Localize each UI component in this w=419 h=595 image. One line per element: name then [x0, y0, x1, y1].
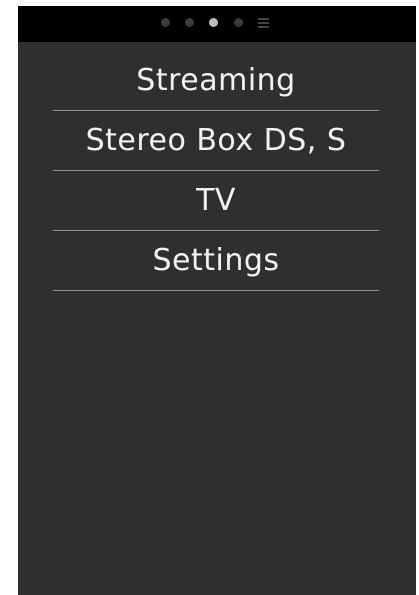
menu-item-label: Streaming	[136, 63, 296, 98]
menu-item-label: Settings	[152, 243, 280, 278]
page-dot-3[interactable]	[209, 18, 218, 27]
page-indicator-bar	[18, 6, 416, 42]
menu-item-tv[interactable]: TV	[53, 172, 379, 231]
menu-item-settings[interactable]: Settings	[53, 232, 379, 291]
page-dot-1[interactable]	[161, 18, 170, 27]
menu-icon[interactable]	[258, 17, 269, 28]
menu-item-label: TV	[196, 183, 236, 218]
app-screen: Streaming Stereo Box DS, S TV Settings	[18, 6, 416, 595]
page-dot-4[interactable]	[234, 18, 243, 27]
page-dot-2[interactable]	[185, 18, 194, 27]
menu-item-stereo-box[interactable]: Stereo Box DS, S	[53, 112, 379, 171]
menu-item-streaming[interactable]: Streaming	[53, 52, 379, 111]
menu-item-label: Stereo Box DS, S	[85, 123, 347, 158]
